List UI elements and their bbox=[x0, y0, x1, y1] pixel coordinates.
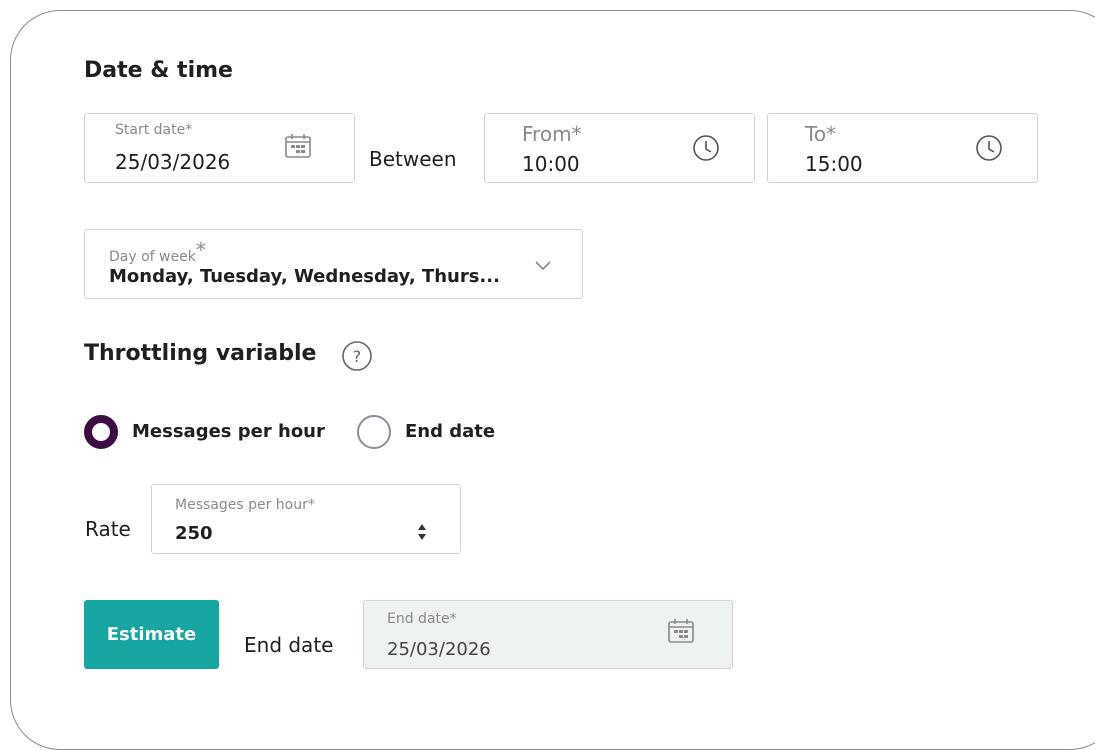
clock-icon[interactable] bbox=[692, 134, 720, 166]
to-value: 15:00 bbox=[805, 152, 863, 176]
day-of-week-label: Day of week* bbox=[109, 238, 206, 266]
messages-per-hour-label: Messages per hour* bbox=[175, 497, 315, 513]
from-label: From* bbox=[522, 122, 582, 146]
to-time-field[interactable]: To* 15:00 bbox=[767, 113, 1038, 183]
estimate-button[interactable]: Estimate bbox=[84, 600, 219, 669]
number-stepper-icon[interactable] bbox=[416, 521, 428, 547]
calendar-icon bbox=[667, 618, 695, 648]
end-date-field-value: 25/03/2026 bbox=[387, 639, 491, 660]
messages-per-hour-value: 250 bbox=[175, 523, 213, 544]
calendar-icon[interactable] bbox=[284, 133, 312, 163]
day-of-week-select[interactable]: Day of week* Monday, Tuesday, Wednesday,… bbox=[84, 229, 583, 299]
day-of-week-value: Monday, Tuesday, Wednesday, Thurs... bbox=[109, 266, 500, 287]
day-of-week-label-text: Day of week bbox=[109, 249, 196, 265]
clock-icon[interactable] bbox=[975, 134, 1003, 166]
start-date-field[interactable]: Start date* 25/03/2026 bbox=[84, 113, 355, 183]
rate-label: Rate bbox=[85, 517, 131, 541]
from-value: 10:00 bbox=[522, 152, 580, 176]
chevron-down-icon[interactable] bbox=[535, 256, 551, 275]
between-label: Between bbox=[369, 147, 457, 171]
end-date-row-label: End date bbox=[244, 633, 334, 657]
messages-per-hour-radio[interactable] bbox=[84, 415, 118, 449]
end-date-radio[interactable] bbox=[357, 415, 391, 449]
end-date-radio-label[interactable]: End date bbox=[405, 421, 495, 442]
help-icon[interactable]: ? bbox=[341, 340, 373, 376]
date-time-heading: Date & time bbox=[84, 58, 233, 83]
end-date-field-label: End date* bbox=[387, 611, 457, 627]
messages-per-hour-input[interactable]: Messages per hour* 250 bbox=[151, 484, 461, 554]
required-mark: * bbox=[195, 238, 206, 262]
start-date-label: Start date* bbox=[115, 122, 193, 138]
start-date-value: 25/03/2026 bbox=[115, 150, 231, 174]
end-date-field: End date* 25/03/2026 bbox=[363, 600, 733, 669]
help-icon-text: ? bbox=[353, 347, 362, 366]
messages-per-hour-radio-label[interactable]: Messages per hour bbox=[132, 421, 325, 442]
to-label: To* bbox=[805, 122, 837, 146]
from-time-field[interactable]: From* 10:00 bbox=[484, 113, 755, 183]
throttling-heading: Throttling variable bbox=[84, 341, 317, 366]
